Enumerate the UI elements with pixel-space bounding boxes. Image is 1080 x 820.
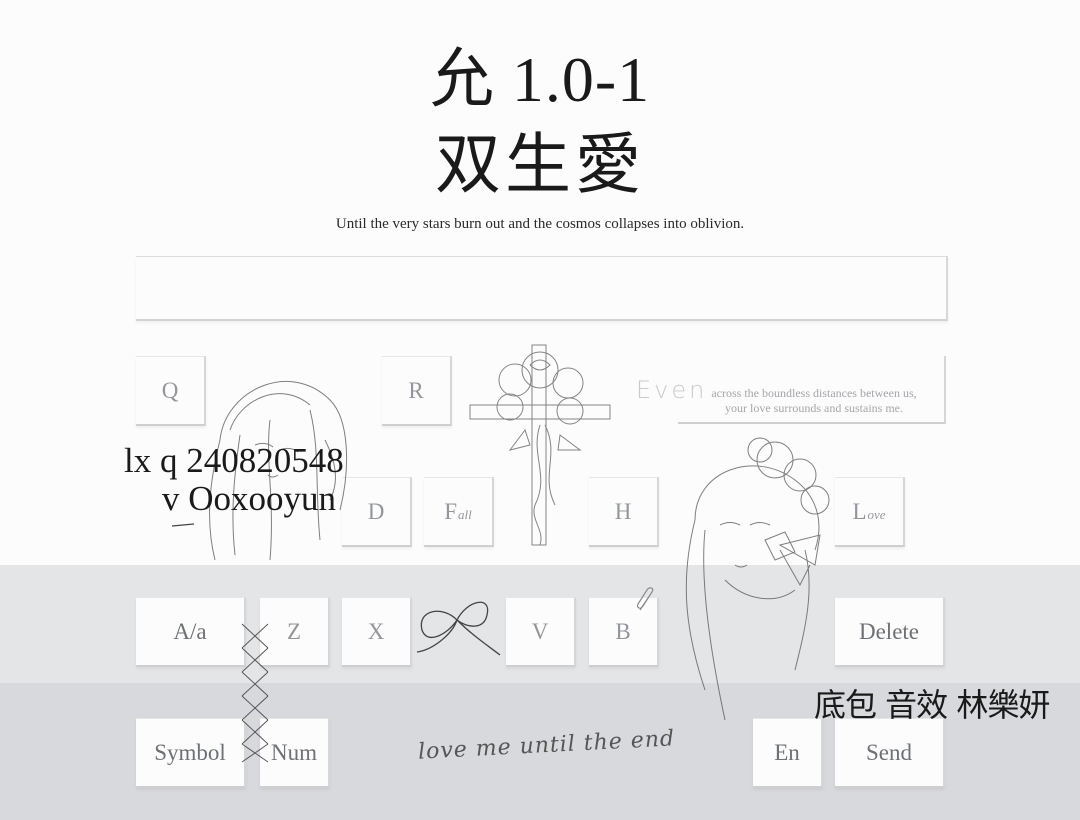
tagline: Until the very stars burn out and the co… xyxy=(335,216,745,232)
key-label: V xyxy=(531,618,549,644)
key-label: A/a xyxy=(173,618,207,644)
page-subtitle-chinese: 双生愛 xyxy=(435,129,645,202)
key-label: F xyxy=(444,498,458,524)
key-r[interactable]: R xyxy=(382,356,452,426)
message-input[interactable] xyxy=(136,256,948,321)
lace-ribbon-illustration xyxy=(241,623,269,763)
send-button[interactable]: Send xyxy=(835,718,945,788)
delete-button[interactable]: Delete xyxy=(835,597,945,667)
rose-cross-illustration xyxy=(469,344,611,546)
paperclip-icon xyxy=(636,587,654,611)
page-title: 允 1.0-1 xyxy=(429,44,651,115)
banner-text: across the boundless distances between u… xyxy=(684,386,944,416)
num-button[interactable]: Num xyxy=(260,718,330,788)
credits-text: 底包 音效 林樂妍 xyxy=(814,686,1050,724)
ribbon-bow-illustration xyxy=(416,601,501,656)
key-x[interactable]: X xyxy=(342,597,412,667)
key-label: En xyxy=(774,739,800,765)
key-label: B xyxy=(615,618,631,644)
key-label: Q xyxy=(161,377,179,403)
key-z[interactable]: Z xyxy=(260,597,330,667)
contact-line-2: v Ooxooyun xyxy=(162,479,337,518)
banner-line-2: your love surrounds and sustains me. xyxy=(725,401,903,415)
key-label: Delete xyxy=(858,618,919,644)
key-label: X xyxy=(367,618,385,644)
key-label: L xyxy=(852,498,867,524)
key-label: Symbol xyxy=(154,739,226,765)
key-v[interactable]: V xyxy=(506,597,576,667)
symbol-button[interactable]: Symbol xyxy=(136,718,246,788)
case-toggle-button[interactable]: A/a xyxy=(136,597,246,667)
banner-line-1: across the boundless distances between u… xyxy=(711,386,917,400)
key-label: Num xyxy=(271,739,317,765)
key-label-small: ove xyxy=(867,506,886,522)
key-label: D xyxy=(367,498,385,524)
contact-info: lx q 240820548 v Ooxooyun xyxy=(124,442,344,518)
key-label: R xyxy=(408,377,424,403)
pen-stroke-decoration xyxy=(171,523,195,527)
key-label: Z xyxy=(286,618,302,644)
contact-line-1: lx q 240820548 xyxy=(124,441,344,480)
key-label: H xyxy=(614,498,632,524)
key-l[interactable]: Love xyxy=(835,477,905,547)
key-label: Send xyxy=(866,739,912,765)
